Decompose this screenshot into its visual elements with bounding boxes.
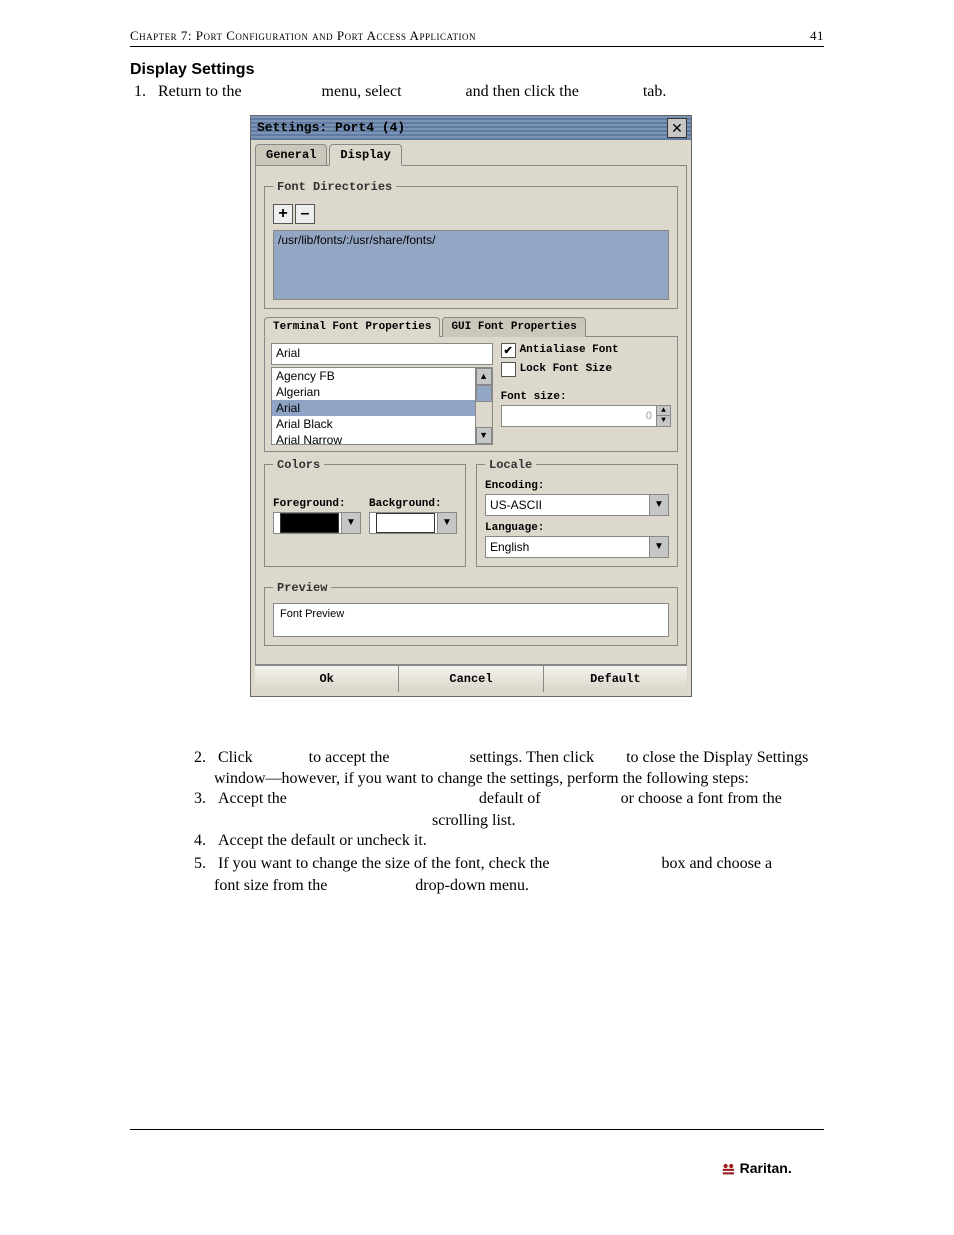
step-5: 5. If you want to change the size of the… — [190, 853, 824, 875]
settings-dialog: Settings: Port4 (4) ✕ General Display Fo… — [250, 115, 692, 697]
step-5-cont: font size from the drop-down menu. — [214, 877, 824, 895]
tab-general[interactable]: General — [255, 144, 327, 166]
step-2-cont: window—however, if you want to change th… — [214, 770, 824, 788]
locale-legend: Locale — [485, 458, 536, 472]
preview-group: Preview Font Preview — [264, 581, 678, 646]
step-4: 4. Accept the default or uncheck it. — [190, 830, 824, 852]
colors-group: Colors Foreground: ▼ Background: — [264, 458, 466, 567]
font-directories-legend: Font Directories — [273, 180, 396, 194]
background-select[interactable]: ▼ — [369, 512, 457, 534]
scroll-track[interactable] — [476, 402, 492, 427]
chevron-down-icon[interactable]: ▼ — [437, 513, 456, 533]
page-number: 41 — [810, 28, 824, 44]
remove-dir-button[interactable]: – — [295, 204, 315, 224]
font-item[interactable]: Algerian — [272, 384, 475, 400]
svg-text:Raritan.: Raritan. — [740, 1160, 792, 1176]
tab-terminal-font[interactable]: Terminal Font Properties — [264, 317, 440, 337]
font-item[interactable]: Arial Narrow — [272, 432, 475, 444]
font-item[interactable]: Arial Black — [272, 416, 475, 432]
font-item[interactable]: Arial — [272, 400, 475, 416]
spin-down-icon[interactable]: ▼ — [656, 415, 670, 426]
dialog-titlebar: Settings: Port4 (4) ✕ — [251, 116, 691, 140]
font-item[interactable]: Agency FB — [272, 368, 475, 384]
language-value: English — [490, 540, 529, 554]
chevron-down-icon[interactable]: ▼ — [649, 495, 668, 515]
chevron-down-icon[interactable]: ▼ — [341, 513, 360, 533]
scroll-thumb[interactable] — [476, 385, 492, 402]
header-rule — [130, 46, 824, 47]
font-size-stepper[interactable]: 0 ▲ ▼ — [501, 405, 671, 427]
locale-group: Locale Encoding: US-ASCII ▼ Language: En… — [476, 458, 678, 567]
foreground-label: Foreground: — [273, 498, 361, 510]
font-dir-list[interactable]: /usr/lib/fonts/:/usr/share/fonts/ — [273, 230, 669, 300]
current-font-field[interactable]: Arial — [271, 343, 493, 365]
encoding-value: US-ASCII — [490, 498, 542, 512]
spin-up-icon[interactable]: ▲ — [656, 406, 670, 416]
preview-text: Font Preview — [273, 603, 669, 637]
step-2: 2. Click to accept the settings. Then cl… — [190, 747, 824, 769]
cancel-button[interactable]: Cancel — [399, 665, 543, 692]
foreground-select[interactable]: ▼ — [273, 512, 361, 534]
chapter-label: Chapter 7: Port Configuration and Port A… — [130, 28, 476, 44]
lock-font-checkbox[interactable] — [501, 362, 516, 377]
default-button[interactable]: Default — [544, 665, 687, 692]
language-label: Language: — [485, 522, 669, 534]
tab-gui-font[interactable]: GUI Font Properties — [442, 317, 585, 337]
background-label: Background: — [369, 498, 457, 510]
raritan-logo: Raritan. — [720, 1159, 818, 1180]
encoding-select[interactable]: US-ASCII ▼ — [485, 494, 669, 516]
font-directories-group: Font Directories + – /usr/lib/fonts/:/us… — [264, 180, 678, 309]
close-icon[interactable]: ✕ — [667, 118, 687, 138]
step-3-cont: scrolling list. — [214, 812, 824, 830]
antialiase-checkbox[interactable]: ✔ — [501, 343, 516, 358]
language-select[interactable]: English ▼ — [485, 536, 669, 558]
step-num: 1. — [130, 81, 158, 103]
lock-font-label: Lock Font Size — [520, 363, 612, 375]
step-1: 1. Return to the menu, select and then c… — [130, 81, 824, 103]
font-size-value: 0 — [502, 406, 656, 426]
ok-button[interactable]: Ok — [255, 665, 399, 692]
scroll-down-icon[interactable]: ▼ — [476, 427, 492, 444]
footer-rule — [130, 1129, 824, 1130]
step-3: 3. Accept the default of or choose a fon… — [190, 788, 824, 810]
font-dir-item[interactable]: /usr/lib/fonts/:/usr/share/fonts/ — [278, 233, 664, 247]
font-size-label: Font size: — [501, 391, 671, 403]
foreground-swatch — [280, 513, 339, 533]
tab-display[interactable]: Display — [329, 144, 401, 166]
font-list-scrollbar[interactable]: ▲ ▼ — [475, 368, 492, 444]
add-dir-button[interactable]: + — [273, 204, 293, 224]
background-swatch — [376, 513, 435, 533]
font-list[interactable]: Agency FB Algerian Arial Arial Black Ari… — [272, 368, 475, 444]
encoding-label: Encoding: — [485, 480, 669, 492]
colors-legend: Colors — [273, 458, 324, 472]
scroll-up-icon[interactable]: ▲ — [476, 368, 492, 385]
chevron-down-icon[interactable]: ▼ — [649, 537, 668, 557]
section-title: Display Settings — [130, 61, 824, 79]
preview-legend: Preview — [273, 581, 331, 595]
antialiase-label: Antialiase Font — [520, 344, 619, 356]
dialog-title: Settings: Port4 (4) — [257, 120, 405, 135]
